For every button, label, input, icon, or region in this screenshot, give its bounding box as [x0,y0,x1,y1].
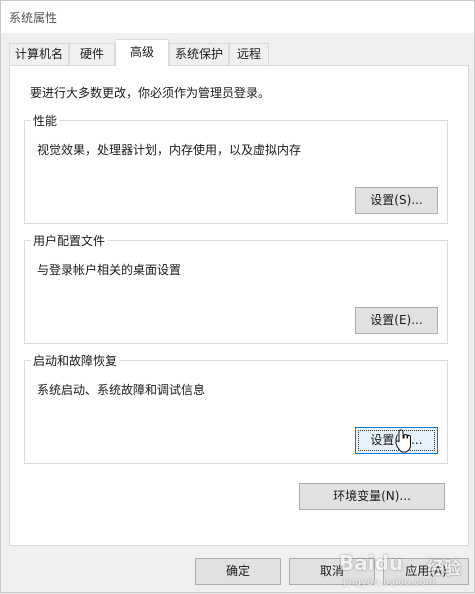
tab-strip: 计算机名 硬件 高级 系统保护 远程 [9,39,469,66]
user-profiles-group: 用户配置文件 与登录帐户相关的桌面设置 设置(E)... [24,232,448,344]
baidu-jingyan-watermark: Baidu 经验 jingyan.baidu.com [335,549,473,593]
watermark-jingyan: 经验 [427,559,461,579]
tab-hardware[interactable]: 硬件 [69,43,115,65]
startup-recovery-group-title: 启动和故障恢复 [31,352,120,369]
ok-button[interactable]: 确定 [195,558,281,585]
user-profiles-group-title: 用户配置文件 [31,232,108,249]
watermark-url: jingyan.baidu.com [343,577,436,588]
mouse-pointer-icon [395,429,411,453]
performance-description: 视觉效果，处理器计划，内存使用，以及虚拟内存 [37,143,302,157]
window-title: 系统属性 [9,11,58,25]
tab-system-protection[interactable]: 系统保护 [169,43,229,65]
performance-group: 性能 视觉效果，处理器计划，内存使用，以及虚拟内存 设置(S)... [24,112,448,224]
title-bar[interactable]: 系统属性 [1,1,474,33]
tab-advanced[interactable]: 高级 [115,39,169,66]
tab-remote[interactable]: 远程 [229,43,269,65]
performance-settings-button[interactable]: 设置(S)... [355,187,438,214]
watermark-brand: Baidu [339,551,404,575]
performance-group-title: 性能 [31,112,60,129]
system-properties-dialog: 系统属性 计算机名 硬件 高级 系统保护 远程 要进行大多数更改，你必须作为管理… [0,0,475,593]
user-profiles-settings-button[interactable]: 设置(E)... [355,307,438,334]
startup-recovery-description: 系统启动、系统故障和调试信息 [37,383,206,397]
advanced-tab-panel: 要进行大多数更改，你必须作为管理员登录。 性能 视觉效果，处理器计划，内存使用，… [9,65,469,546]
tab-computer-name[interactable]: 计算机名 [9,43,69,65]
user-profiles-description: 与登录帐户相关的桌面设置 [37,263,182,277]
admin-notice: 要进行大多数更改，你必须作为管理员登录。 [30,86,271,100]
environment-variables-button[interactable]: 环境变量(N)... [299,483,445,510]
startup-recovery-group: 启动和故障恢复 系统启动、系统故障和调试信息 设置(T)... [24,352,448,464]
